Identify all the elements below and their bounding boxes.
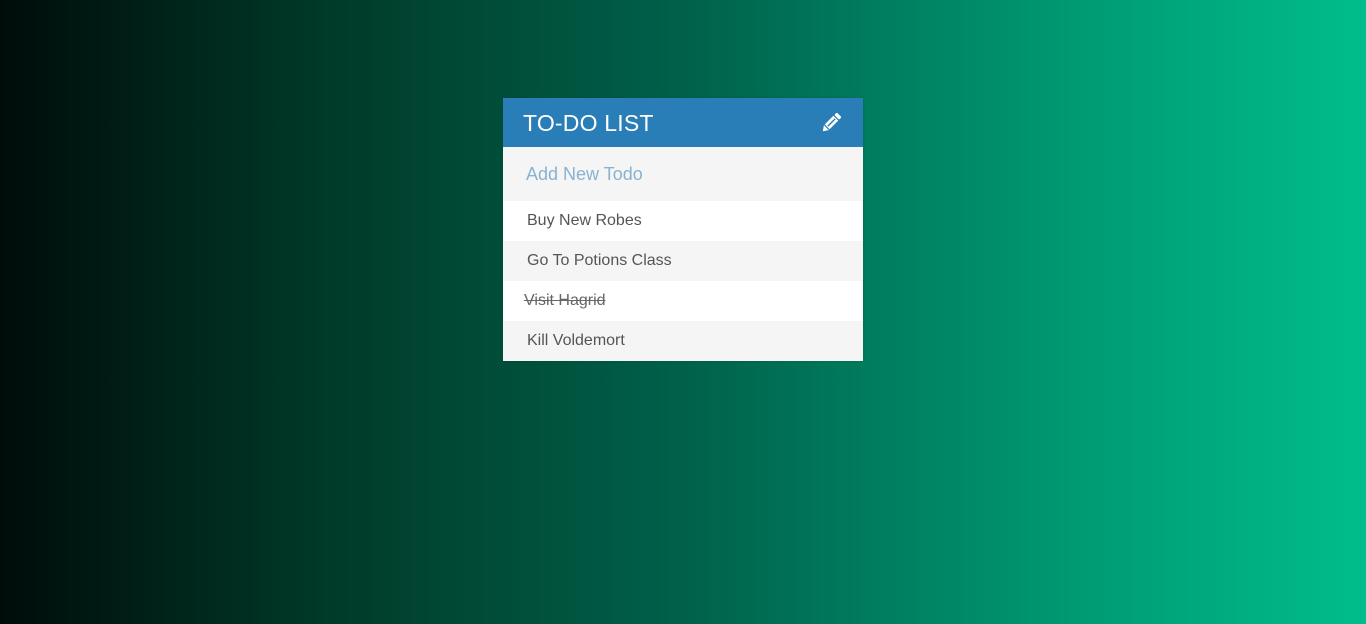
todo-item-text: Kill Voldemort: [527, 332, 625, 349]
todo-item-text: Visit Hagrid: [524, 292, 606, 309]
todo-list: Buy New Robes Go To Potions Class Visit …: [503, 201, 863, 361]
todo-item-buy-new-robes[interactable]: Buy New Robes: [503, 201, 863, 241]
pencil-icon[interactable]: [818, 110, 844, 136]
todo-item-go-to-potions-class[interactable]: Go To Potions Class: [503, 241, 863, 281]
todo-item-text: Buy New Robes: [527, 212, 642, 229]
todo-item-kill-voldemort[interactable]: Kill Voldemort: [503, 321, 863, 361]
add-todo-input[interactable]: [503, 147, 863, 201]
todo-header: TO-DO LIST: [503, 98, 863, 147]
todo-item-text: Go To Potions Class: [527, 252, 672, 269]
todo-card: TO-DO LIST Buy New Robes Go To Potions C…: [503, 98, 863, 361]
todo-item-visit-hagrid[interactable]: Visit Hagrid: [503, 281, 863, 321]
todo-title: TO-DO LIST: [523, 109, 654, 136]
